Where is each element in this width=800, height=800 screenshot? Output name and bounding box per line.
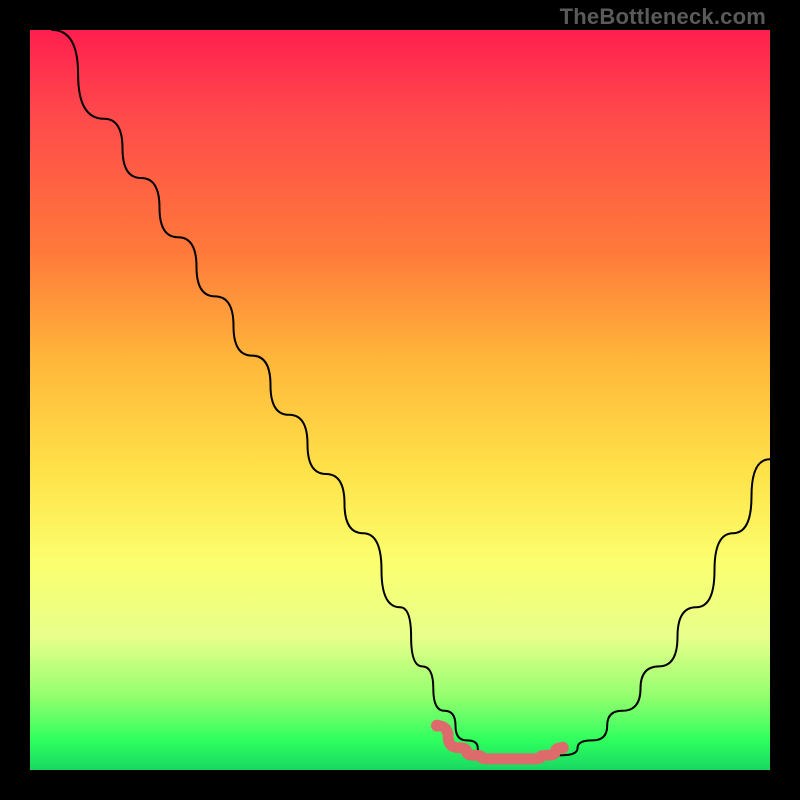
marker-optimal-start xyxy=(431,720,443,732)
chart-overlay xyxy=(30,30,770,770)
chart-frame: TheBottleneck.com xyxy=(0,0,800,800)
bottleneck-curve xyxy=(52,30,770,759)
marker-optimal-end xyxy=(557,742,569,754)
watermark-text: TheBottleneck.com xyxy=(560,4,766,30)
